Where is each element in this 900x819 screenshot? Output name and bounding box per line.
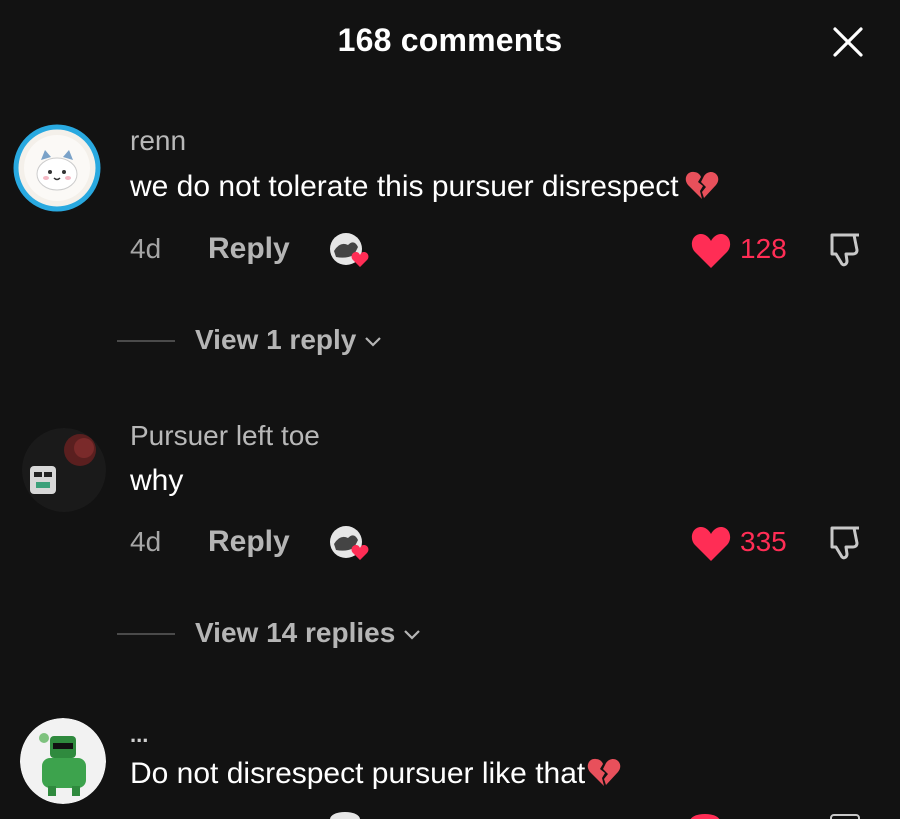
dislike-button[interactable] xyxy=(826,229,866,269)
comment-text: why xyxy=(130,464,184,497)
chevron-down-icon xyxy=(404,629,421,640)
avatar[interactable] xyxy=(22,428,106,512)
creator-liked-icon xyxy=(326,524,374,564)
comment-time: 4d xyxy=(130,233,162,264)
like-count: 128 xyxy=(740,233,787,264)
broken-heart-emoji xyxy=(685,170,719,208)
like-count: 335 xyxy=(740,526,787,557)
view-replies-label: View 14 replies xyxy=(195,617,396,648)
divider xyxy=(117,633,175,635)
divider xyxy=(117,340,175,342)
heart-icon xyxy=(691,234,731,268)
comment-username[interactable]: Pursuer left toe xyxy=(130,420,320,452)
avatar[interactable] xyxy=(13,124,101,212)
creator-liked-icon xyxy=(326,231,374,271)
comment-username[interactable]: ... xyxy=(130,722,148,748)
comment-time: 4d xyxy=(130,526,162,557)
close-button[interactable] xyxy=(830,24,866,60)
comment-body: we do not tolerate this pursuer disrespe… xyxy=(130,170,719,208)
thumbs-down-icon xyxy=(830,526,859,560)
reply-button[interactable]: Reply xyxy=(208,522,290,562)
chevron-down-icon xyxy=(365,336,382,347)
reply-button[interactable]: Reply xyxy=(208,229,290,269)
comment-username[interactable]: renn xyxy=(130,125,186,157)
close-icon xyxy=(833,27,863,57)
comments-count-title: 168 comments xyxy=(337,22,563,58)
partial-action-row xyxy=(0,812,900,819)
view-replies-label: View 1 reply xyxy=(195,324,357,355)
broken-heart-emoji xyxy=(587,757,621,795)
comment-body: Do not disrespect pursuer like that xyxy=(130,757,621,795)
comment-text: Do not disrespect pursuer like that xyxy=(130,757,586,790)
dislike-button[interactable] xyxy=(826,522,866,562)
thumbs-down-icon xyxy=(830,233,859,267)
comment-actions: 4d Reply 128 xyxy=(130,229,870,269)
avatar[interactable] xyxy=(20,718,106,804)
comment-text: we do not tolerate this pursuer disrespe… xyxy=(130,170,679,203)
heart-icon xyxy=(691,527,731,561)
comment-actions: 4d Reply 335 xyxy=(130,522,870,562)
